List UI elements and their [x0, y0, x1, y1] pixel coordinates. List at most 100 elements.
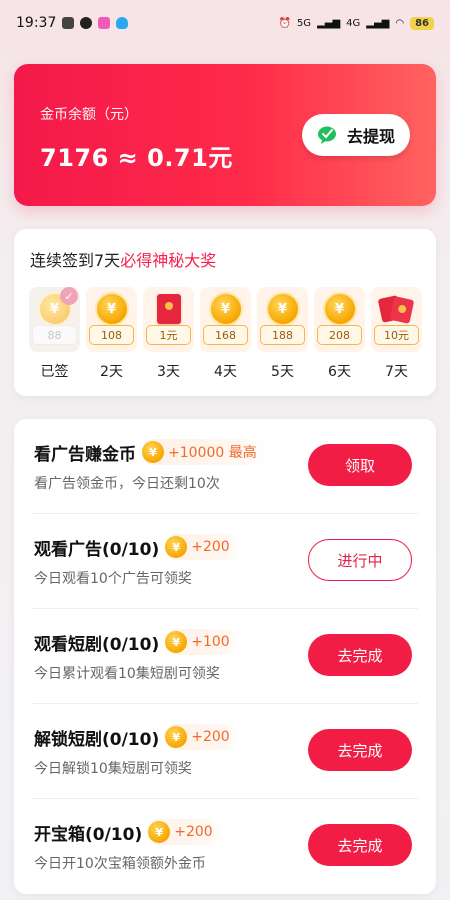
reward-text: +100	[191, 634, 230, 650]
alarm-icon: ⏰	[278, 17, 291, 29]
day-label: 5天	[271, 364, 294, 380]
task-title: 观看短剧(0/10)	[34, 634, 160, 655]
signin-title-highlight: 必得神秘大奖	[120, 251, 217, 270]
day-amount: 208	[317, 325, 362, 345]
day-amount: 188	[260, 325, 305, 345]
task-row: 看广告赚金币 ¥ +10000 最高 看广告领金币，今日还剩10次 领取	[32, 419, 418, 514]
day-amount: 1元	[146, 325, 191, 345]
day-amount: 168	[203, 325, 248, 345]
task-row: 观看广告(0/10) ¥ +200 今日观看10个广告可领奖 进行中	[32, 514, 418, 609]
task-card: 看广告赚金币 ¥ +10000 最高 看广告领金币，今日还剩10次 领取 观看广…	[14, 419, 436, 894]
coin-icon: ¥	[210, 294, 241, 324]
claim-button[interactable]: 领取	[308, 444, 412, 486]
coin-icon: ¥	[96, 294, 127, 324]
day-amount: 88	[32, 325, 77, 345]
coin-icon: ¥	[148, 821, 171, 843]
coin-icon: ¥	[165, 536, 188, 558]
complete-button[interactable]: 去完成	[308, 634, 412, 676]
check-icon: ✓	[60, 287, 78, 305]
withdraw-button[interactable]: 去提现	[302, 114, 410, 156]
wechat-icon	[317, 126, 336, 144]
task-desc: 今日解锁10集短剧可领奖	[34, 761, 192, 777]
task-title-row: 开宝箱(0/10) ¥ +200	[34, 819, 223, 845]
day-label: 3天	[157, 364, 180, 380]
day-amount: 108	[89, 325, 134, 345]
signin-day-5[interactable]: ¥ 188 5天	[257, 287, 308, 381]
day-box: 10元	[371, 287, 422, 352]
signin-day-7[interactable]: 10元 7天	[371, 287, 422, 381]
signin-title-prefix: 连续签到7天	[30, 251, 121, 270]
status-bar: 19:37 ⏰ 5G ▂▄▆ 4G ▂▄▆ ◠ 86	[0, 0, 450, 46]
task-title: 解锁短剧(0/10)	[34, 729, 160, 750]
task-title-row: 看广告赚金币 ¥ +10000 最高	[34, 439, 267, 465]
network-4g-label: 4G	[346, 17, 361, 29]
day-box: ¥ 208	[314, 287, 365, 352]
red-envelope-stack-icon	[377, 294, 414, 324]
day-label: 2天	[100, 364, 123, 380]
signal-icon-2: ▂▄▆	[366, 17, 390, 29]
complete-button[interactable]: 去完成	[308, 824, 412, 866]
signin-day-6[interactable]: ¥ 208 6天	[314, 287, 365, 381]
task-desc: 看广告领金币，今日还剩10次	[34, 476, 220, 492]
app-icon-pink	[98, 17, 111, 29]
task-title: 看广告赚金币	[34, 444, 136, 465]
signal-icon: ▂▄▆	[317, 17, 341, 29]
task-title: 开宝箱(0/10)	[34, 824, 143, 845]
notification-icon	[62, 17, 75, 29]
day-label: 6天	[328, 364, 351, 380]
in-progress-button[interactable]: 进行中	[308, 539, 412, 581]
task-row: 解锁短剧(0/10) ¥ +200 今日解锁10集短剧可领奖 去完成	[32, 704, 418, 799]
task-row: 开宝箱(0/10) ¥ +200 今日开10次宝箱领额外金币 去完成	[32, 799, 418, 894]
network-5g-label: 5G	[296, 17, 312, 29]
status-time: 19:37	[16, 15, 57, 31]
day-box: ¥ 108	[86, 287, 137, 352]
withdraw-label: 去提现	[346, 127, 395, 146]
reward-text: +200	[191, 729, 230, 745]
signin-day-3[interactable]: 1元 3天	[143, 287, 194, 381]
task-title: 观看广告(0/10)	[34, 539, 160, 560]
reward-badge: ¥ +200	[165, 724, 240, 750]
signin-card: 连续签到7天必得神秘大奖 ¥ 88 已签 ¥ 108 2天 1元 3天 ¥ 16…	[14, 229, 436, 396]
balance-card: 金币余额（元） 7176 ≈ 0.71元 去提现	[14, 64, 436, 206]
task-row: 观看短剧(0/10) ¥ +100 今日累计观看10集短剧可领奖 去完成	[32, 609, 418, 704]
task-desc: 今日开10次宝箱领额外金币	[34, 856, 206, 872]
red-envelope-icon	[156, 294, 181, 324]
reward-badge: ¥ +100	[165, 629, 240, 655]
signin-days: ¥ 88 已签 ¥ 108 2天 1元 3天 ¥ 168 4天 ¥ 188 5天…	[29, 287, 422, 381]
wifi-icon: ◠	[395, 17, 405, 29]
task-desc: 今日观看10个广告可领奖	[34, 571, 192, 587]
reward-badge: ¥ +200	[165, 534, 240, 560]
day-box: ¥ 168	[200, 287, 251, 352]
reward-text: +200	[174, 824, 213, 840]
day-label: 4天	[214, 364, 237, 380]
coin-icon: ¥	[165, 631, 188, 653]
reward-text: +10000 最高	[168, 445, 257, 461]
reward-badge: ¥ +10000 最高	[142, 439, 267, 465]
coin-icon: ¥	[165, 726, 188, 748]
day-box: ¥ 188	[257, 287, 308, 352]
app-icon	[80, 17, 93, 29]
battery-indicator: 86	[410, 16, 434, 30]
status-left: 19:37	[16, 15, 129, 31]
day-label: 已签	[40, 364, 69, 380]
day-label: 7天	[385, 364, 408, 380]
signin-day-2[interactable]: ¥ 108 2天	[86, 287, 137, 381]
coin-icon: ¥	[142, 441, 164, 463]
task-title-row: 解锁短剧(0/10) ¥ +200	[34, 724, 240, 750]
day-box: 1元	[143, 287, 194, 352]
task-title-row: 观看广告(0/10) ¥ +200	[34, 534, 240, 560]
day-amount: 10元	[374, 325, 419, 345]
bell-icon	[116, 17, 129, 29]
complete-button[interactable]: 去完成	[308, 729, 412, 771]
task-title-row: 观看短剧(0/10) ¥ +100	[34, 629, 240, 655]
reward-text: +200	[191, 539, 230, 555]
balance-value: 7176 ≈ 0.71元	[40, 144, 233, 172]
signin-title: 连续签到7天必得神秘大奖	[30, 247, 216, 271]
coin-icon: ¥	[267, 294, 298, 324]
task-desc: 今日累计观看10集短剧可领奖	[34, 666, 220, 682]
status-right: ⏰ 5G ▂▄▆ 4G ▂▄▆ ◠ 86	[278, 16, 434, 30]
coin-icon: ¥	[324, 294, 355, 324]
balance-label: 金币余额（元）	[40, 107, 138, 123]
reward-badge: ¥ +200	[148, 819, 223, 845]
signin-day-4[interactable]: ¥ 168 4天	[200, 287, 251, 381]
